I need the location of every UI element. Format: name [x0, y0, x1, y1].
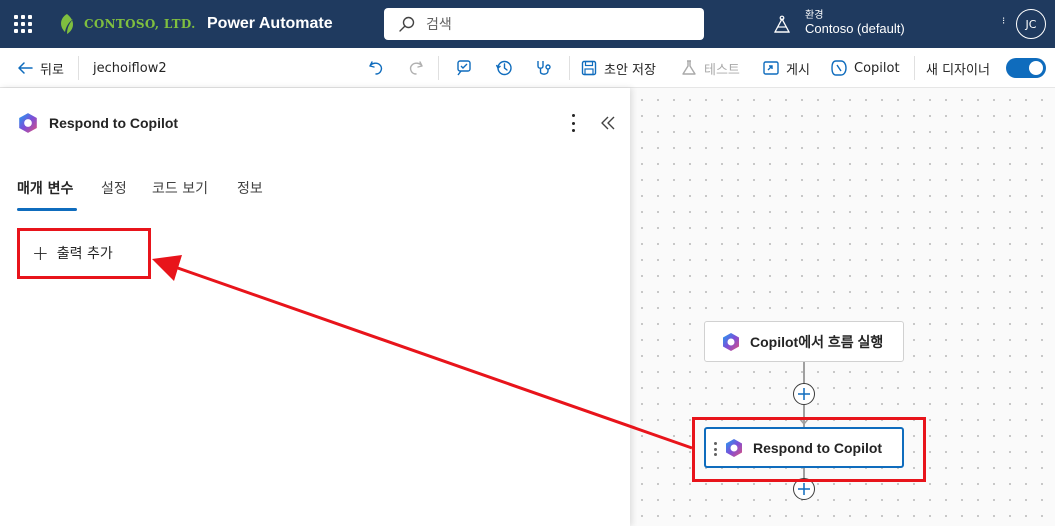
tab-about[interactable]: 정보 [237, 178, 263, 198]
copilot-label: Copilot [854, 60, 900, 76]
back-label: 뒤로 [40, 62, 64, 78]
publish-label: 게시 [786, 62, 810, 78]
history-icon [495, 60, 512, 76]
trigger-node[interactable]: Copilot에서 흐름 실행 [704, 321, 904, 362]
more-options-icon[interactable]: ⁝ [1002, 16, 1006, 30]
active-tab-indicator [17, 208, 77, 211]
save-draft-label: 초안 저장 [604, 62, 656, 78]
panel-title[interactable]: Respond to Copilot [49, 115, 178, 131]
back-button[interactable]: 뒤로 [16, 48, 64, 88]
test-label: 테스트 [704, 62, 740, 78]
app-title[interactable]: Power Automate [207, 15, 333, 33]
highlight-box [692, 417, 926, 482]
designer-toolbar: 뒤로 jechoiflow2 초안 저장 테스트 게시 Copilot 새 디자… [0, 48, 1055, 88]
insert-step-button[interactable] [793, 383, 815, 405]
connector-line [803, 362, 805, 384]
plus-icon: + [32, 241, 49, 265]
new-designer-toggle[interactable] [1006, 58, 1046, 78]
new-designer-label: 새 디자이너 [926, 62, 990, 78]
tab-code-view[interactable]: 코드 보기 [152, 178, 208, 198]
arrow-left-icon [18, 62, 33, 74]
avatar[interactable]: JC [1016, 9, 1046, 39]
search-box[interactable]: 검색 [384, 8, 704, 40]
diagnostics-button[interactable] [535, 48, 553, 88]
brand-logo: CONTOSO, LTD. [56, 12, 196, 36]
save-draft-button[interactable]: 초안 저장 [580, 48, 656, 88]
toolbar-divider [78, 56, 79, 80]
collapse-panel-icon[interactable] [598, 114, 618, 132]
app-launcher-icon[interactable] [14, 15, 32, 33]
copilot-icon [831, 60, 847, 76]
plus-icon [798, 483, 810, 495]
add-output-button[interactable]: + 출력 추가 [32, 243, 113, 263]
save-icon [581, 60, 597, 76]
node-title: Copilot에서 흐름 실행 [750, 333, 884, 350]
toolbar-divider [569, 56, 570, 80]
add-output-highlight: + 출력 추가 [17, 228, 151, 279]
brand-name: CONTOSO, LTD. [84, 17, 196, 31]
test-button[interactable]: 테스트 [680, 48, 740, 88]
toolbar-divider [438, 56, 439, 80]
add-output-label: 출력 추가 [56, 246, 113, 262]
tab-parameters[interactable]: 매개 변수 [17, 178, 73, 198]
action-details-panel: Respond to Copilot 매개 변수 설정 코드 보기 정보 + 출… [0, 88, 630, 526]
toolbar-divider [914, 56, 915, 80]
publish-button[interactable]: 게시 [762, 48, 810, 88]
redo-button[interactable] [407, 48, 425, 88]
plus-icon [798, 388, 810, 400]
environment-label: 환경 [805, 10, 824, 21]
undo-button[interactable] [367, 48, 385, 88]
top-header: CONTOSO, LTD. Power Automate 검색 환경 Conto… [0, 0, 1055, 48]
checker-icon [457, 60, 471, 76]
search-placeholder: 검색 [426, 17, 452, 33]
flow-name[interactable]: jechoiflow2 [93, 48, 167, 88]
leaf-icon [61, 14, 74, 34]
environment-icon[interactable] [772, 14, 792, 34]
environment-name[interactable]: Contoso (default) [805, 21, 905, 36]
copilot-studio-icon [723, 332, 739, 351]
version-history-button[interactable] [495, 48, 513, 88]
publish-icon [763, 61, 779, 75]
stethoscope-icon [537, 61, 551, 75]
undo-icon [369, 61, 383, 75]
copilot-studio-icon [19, 113, 37, 133]
tab-settings[interactable]: 설정 [101, 178, 127, 198]
flow-checker-button[interactable] [455, 48, 473, 88]
copilot-button[interactable]: Copilot [830, 48, 900, 88]
redo-icon [409, 61, 423, 75]
search-icon [399, 16, 415, 32]
flask-icon [682, 60, 696, 75]
more-vertical-icon[interactable] [566, 114, 580, 132]
